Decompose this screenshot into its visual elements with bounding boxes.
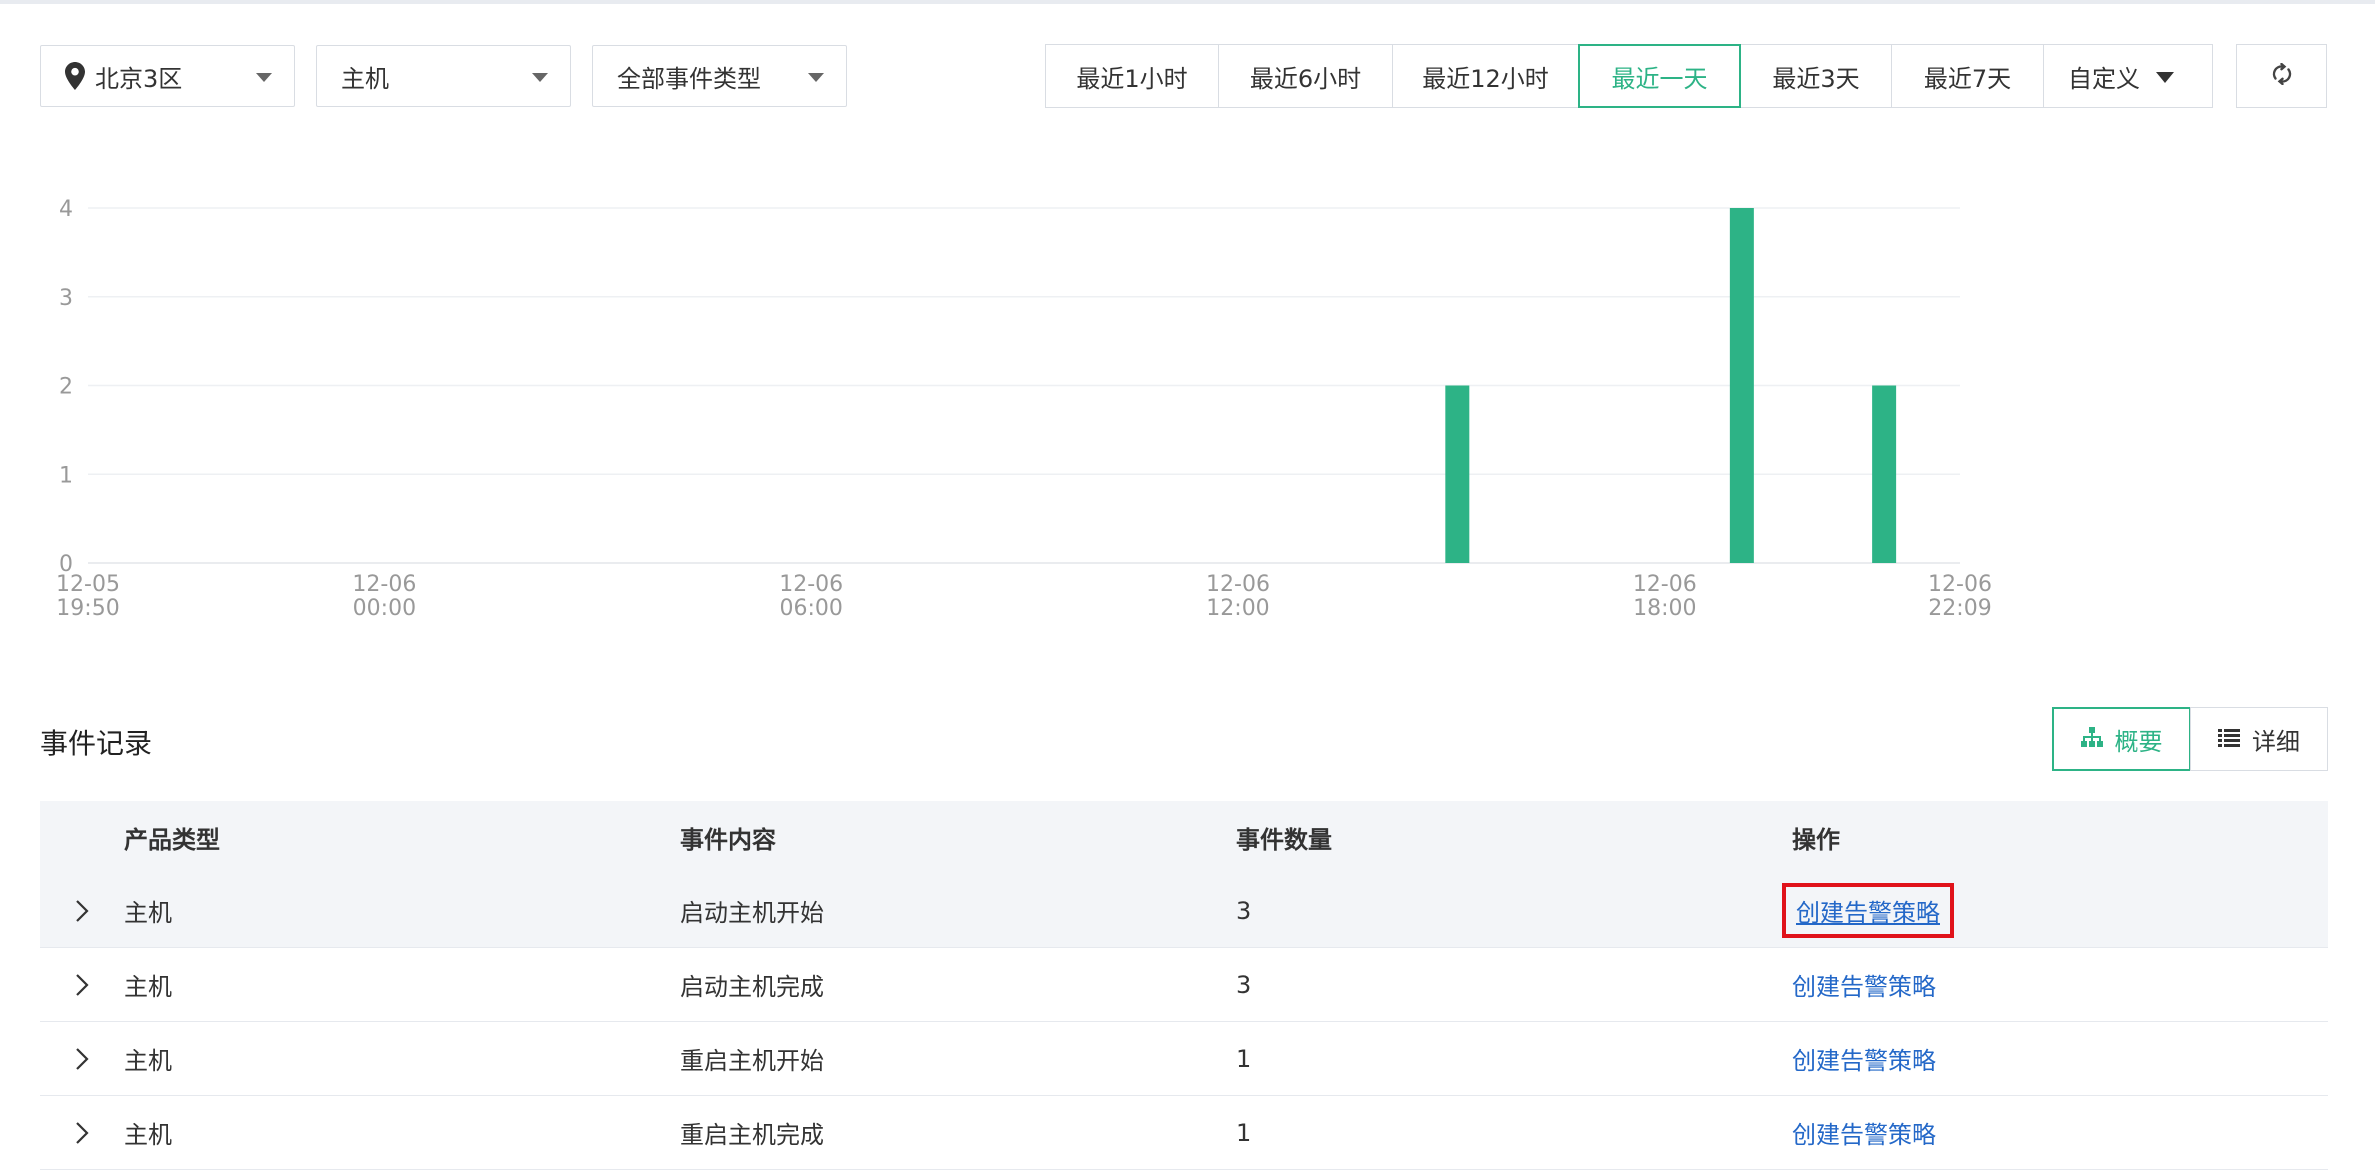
chevron-right-icon — [76, 1121, 89, 1144]
expand-row-button[interactable] — [40, 973, 124, 997]
refresh-button[interactable] — [2236, 44, 2327, 108]
table-header: 产品类型 事件内容 事件数量 操作 — [40, 801, 2328, 874]
cell-product-type: 主机 — [124, 1047, 172, 1075]
chart-x-tick-time: 19:50 — [56, 596, 119, 621]
overview-view-button[interactable]: 概要 — [2052, 707, 2191, 771]
chart-x-tick-date: 12-05 — [56, 572, 120, 597]
time-custom-dropdown[interactable]: 自定义 — [2043, 44, 2213, 108]
chart-x-tick-date: 12-06 — [1928, 572, 1992, 597]
event-count-chart: 01234 12-0519:5012-0600:0012-0606:0012-0… — [56, 197, 1992, 621]
sitemap-icon — [2080, 725, 2103, 753]
chart-x-tick-date: 12-06 — [1206, 572, 1270, 597]
chart-bar — [1729, 208, 1754, 563]
chart-y-tick-label: 1 — [59, 463, 73, 488]
header-operation: 操作 — [1792, 826, 1840, 854]
time-7d-button[interactable]: 最近7天 — [1891, 44, 2044, 108]
time-1h-button[interactable]: 最近1小时 — [1045, 44, 1219, 108]
cell-product-type: 主机 — [124, 1121, 172, 1149]
table-row: 主机 启动主机开始 3 创建告警策略 — [40, 874, 2328, 948]
caret-down-icon — [808, 73, 824, 82]
map-pin-icon — [65, 62, 85, 90]
expand-row-button[interactable] — [40, 1047, 124, 1071]
chart-bar — [1872, 385, 1897, 563]
chart-y-tick-label: 3 — [59, 286, 73, 311]
time-3d-button[interactable]: 最近3天 — [1740, 44, 1892, 108]
cell-product-type: 主机 — [124, 973, 172, 1001]
chart-bar — [1445, 385, 1470, 563]
chevron-right-icon — [76, 973, 89, 996]
chevron-right-icon — [76, 899, 89, 922]
cell-content: 启动主机开始 — [680, 899, 824, 927]
cell-count: 3 — [1236, 970, 1252, 999]
table-row: 主机 重启主机开始 1 创建告警策略 — [40, 1022, 2328, 1096]
chart-y-tick-label: 2 — [59, 375, 73, 400]
chart-x-tick-time: 22:09 — [1928, 596, 1991, 621]
view-toggle: 概要 详细 — [2052, 707, 2328, 771]
section-title: 事件记录 — [40, 727, 153, 760]
region-select[interactable]: 北京3区 — [40, 45, 295, 107]
chart-x-tick-date: 12-06 — [779, 572, 843, 597]
chart-x-tick-time: 00:00 — [353, 596, 416, 621]
cell-count: 1 — [1236, 1118, 1252, 1147]
expand-row-button[interactable] — [40, 1121, 124, 1145]
chart-x-tick-date: 12-06 — [352, 572, 416, 597]
event-type-select-value: 全部事件类型 — [617, 64, 761, 93]
overview-view-label: 概要 — [2114, 727, 2163, 756]
chart-y-tick-label: 4 — [59, 197, 73, 222]
list-icon — [2218, 725, 2240, 753]
time-6h-button[interactable]: 最近6小时 — [1218, 44, 1393, 108]
cell-content: 重启主机开始 — [680, 1047, 824, 1075]
detail-view-label: 详细 — [2252, 727, 2300, 756]
event-records-table: 产品类型 事件内容 事件数量 操作 主机 启动主机开始 3 创建告警策略 主机 … — [40, 801, 2328, 1170]
create-alert-policy-link[interactable]: 创建告警策略 — [1792, 967, 1936, 1002]
chevron-right-icon — [76, 1047, 89, 1070]
event-type-select[interactable]: 全部事件类型 — [592, 45, 847, 107]
create-alert-policy-link[interactable]: 创建告警策略 — [1782, 883, 1954, 938]
cell-product-type: 主机 — [124, 899, 172, 927]
header-count: 事件数量 — [1236, 826, 1332, 854]
time-custom-label: 自定义 — [2068, 64, 2140, 93]
cell-content: 重启主机完成 — [680, 1121, 824, 1149]
time-range-group: 最近1小时 最近6小时 最近12小时 最近一天 最近3天 最近7天 自定义 — [1045, 44, 2213, 108]
header-content: 事件内容 — [680, 826, 776, 854]
chart-x-tick-time: 18:00 — [1633, 596, 1696, 621]
chart-x-tick-time: 12:00 — [1206, 596, 1269, 621]
table-row: 主机 重启主机完成 1 创建告警策略 — [40, 1096, 2328, 1170]
expand-row-button[interactable] — [40, 899, 124, 923]
header-product-type: 产品类型 — [124, 826, 220, 854]
cell-count: 3 — [1236, 896, 1252, 925]
caret-down-icon — [532, 73, 548, 82]
product-select-value: 主机 — [341, 64, 389, 93]
caret-down-icon — [256, 73, 272, 82]
create-alert-policy-link[interactable]: 创建告警策略 — [1792, 1115, 1936, 1150]
create-alert-policy-link[interactable]: 创建告警策略 — [1792, 1041, 1936, 1076]
chart-x-tick-date: 12-06 — [1633, 572, 1697, 597]
product-select[interactable]: 主机 — [316, 45, 571, 107]
time-12h-button[interactable]: 最近12小时 — [1392, 44, 1579, 108]
refresh-icon — [2271, 62, 2293, 89]
time-1d-button[interactable]: 最近一天 — [1578, 44, 1741, 108]
top-divider — [0, 0, 2375, 4]
region-select-value: 北京3区 — [95, 64, 183, 93]
detail-view-button[interactable]: 详细 — [2190, 707, 2328, 771]
caret-down-icon — [2156, 72, 2174, 83]
chart-x-tick-time: 06:00 — [779, 596, 842, 621]
cell-count: 1 — [1236, 1044, 1252, 1073]
table-row: 主机 启动主机完成 3 创建告警策略 — [40, 948, 2328, 1022]
cell-content: 启动主机完成 — [680, 973, 824, 1001]
